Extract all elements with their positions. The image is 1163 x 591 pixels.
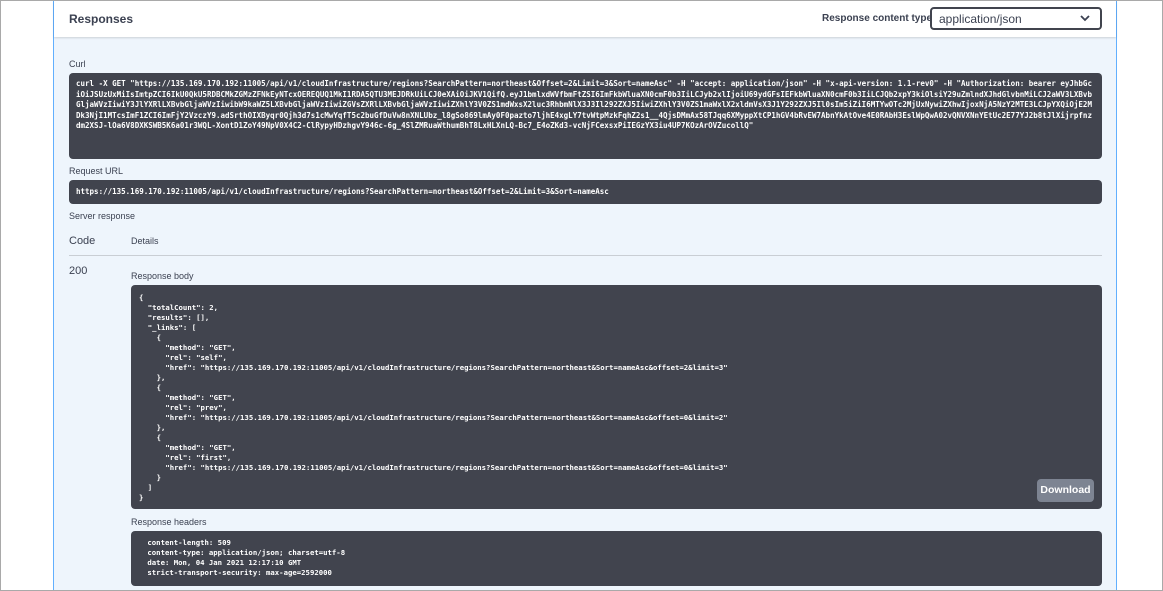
response-body-label: Response body	[131, 271, 194, 281]
table-divider	[69, 255, 1102, 256]
request-url-label: Request URL	[69, 166, 124, 176]
details-column-header: Details	[131, 236, 159, 246]
responses-panel: Responses Response content type applicat…	[53, 1, 1117, 590]
response-body[interactable]: { "totalCount": 2, "results": [], "_link…	[131, 285, 1102, 509]
content-type-label: Response content type	[822, 13, 933, 24]
download-button[interactable]: Download	[1037, 479, 1094, 502]
content-type-value: application/json	[939, 12, 1022, 26]
response-headers[interactable]: content-length: 509 content-type: applic…	[131, 531, 1102, 586]
curl-command[interactable]: curl -X GET "https://135.169.170.192:110…	[69, 73, 1102, 159]
server-response-label: Server response	[69, 211, 136, 221]
curl-label: Curl	[69, 59, 86, 69]
request-url-value[interactable]: https://135.169.170.192:11005/api/v1/clo…	[69, 180, 1102, 204]
responses-title: Responses	[69, 12, 134, 26]
content-type-select[interactable]: application/json	[930, 7, 1102, 30]
response-status-code: 200	[69, 265, 88, 277]
page-frame: Responses Response content type applicat…	[0, 0, 1163, 591]
responses-header: Responses Response content type applicat…	[54, 1, 1116, 37]
response-headers-label: Response headers	[131, 517, 207, 527]
code-column-header: Code	[69, 235, 96, 247]
chevron-down-icon	[1080, 15, 1090, 22]
